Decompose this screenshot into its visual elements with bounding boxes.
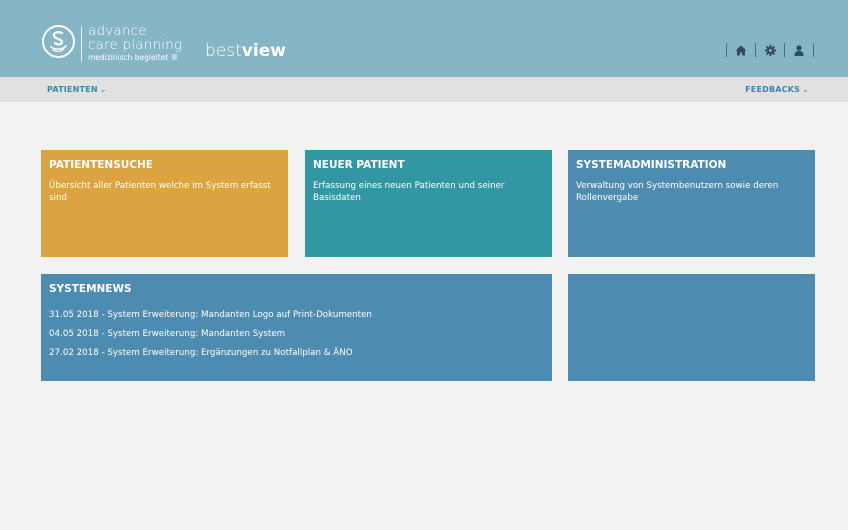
icon-separator	[813, 43, 814, 57]
tile-title: NEUER PATIENT	[313, 159, 405, 171]
news-item[interactable]: 31.05 2018 - System Erweiterung: Mandant…	[49, 309, 544, 328]
nav-feedbacks-menu[interactable]: FEEDBACKS ⌄	[745, 85, 809, 95]
news-list: 31.05 2018 - System Erweiterung: Mandant…	[49, 309, 544, 366]
logo-tagline: medizinisch begleitet ®	[88, 53, 179, 62]
acp-logo-icon[interactable]	[42, 25, 75, 58]
nav-patienten-menu[interactable]: PATIENTEN ⌄	[47, 85, 107, 95]
home-icon[interactable]	[727, 42, 755, 58]
main-nav: PATIENTEN ⌄ FEEDBACKS ⌄	[0, 77, 848, 102]
tile-description: Verwaltung von Systembenutzern sowie der…	[576, 181, 779, 203]
user-icon[interactable]	[785, 42, 813, 58]
tile-description: Übersicht aller Patienten welche im Syst…	[49, 181, 271, 203]
app-header: advance care planning medizinisch beglei…	[0, 0, 848, 77]
news-item[interactable]: 27.02 2018 - System Erweiterung: Ergänzu…	[49, 347, 544, 366]
logo-divider	[81, 26, 82, 62]
logo-text-line2: care planning	[88, 37, 183, 53]
gear-icon[interactable]	[756, 42, 784, 58]
chevron-down-icon: ⌄	[99, 85, 107, 94]
nav-feedbacks-label: FEEDBACKS	[745, 85, 801, 94]
tile-systemnews: SYSTEMNEWS 31.05 2018 - System Erweiteru…	[41, 274, 552, 381]
brand-part2: view	[241, 41, 286, 61]
tile-empty	[568, 274, 815, 381]
tile-title: PATIENTENSUCHE	[49, 159, 153, 171]
chevron-down-icon: ⌄	[802, 85, 809, 94]
tile-systemadministration[interactable]: SYSTEMADMINISTRATION Verwaltung von Syst…	[568, 150, 815, 257]
tile-patientensuche[interactable]: PATIENTENSUCHE Übersicht aller Patienten…	[41, 150, 288, 257]
tile-title: SYSTEMNEWS	[49, 283, 132, 295]
bestview-brand[interactable]: bestview	[205, 41, 286, 61]
news-item[interactable]: 04.05 2018 - System Erweiterung: Mandant…	[49, 328, 544, 347]
header-icon-bar	[726, 42, 814, 58]
nav-patienten-label: PATIENTEN	[47, 85, 98, 94]
brand-part1: best	[205, 41, 242, 61]
tile-description: Erfassung eines neuen Patienten und sein…	[313, 181, 505, 203]
tile-title: SYSTEMADMINISTRATION	[576, 159, 727, 171]
tile-neuer-patient[interactable]: NEUER PATIENT Erfassung eines neuen Pati…	[305, 150, 552, 257]
